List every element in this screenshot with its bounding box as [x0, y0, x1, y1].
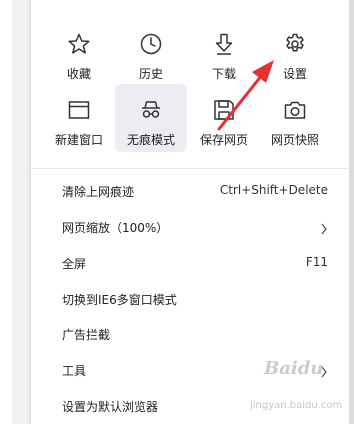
tools-label: 工具 [62, 364, 87, 378]
page-edge [349, 0, 354, 424]
incognito-icon [139, 98, 163, 122]
fullscreen-item[interactable]: 全屏 F11 [30, 245, 348, 280]
history-label: 历史 [138, 67, 163, 81]
chevron-right-icon [320, 220, 328, 235]
ad-block-item[interactable]: 广告拦截 [30, 316, 348, 351]
incognito-mode-button[interactable]: 无痕模式 [115, 84, 187, 152]
settings-button[interactable]: 设置 [259, 18, 331, 86]
favorites-button[interactable]: 收藏 [43, 18, 115, 86]
settings-label: 设置 [282, 67, 307, 81]
page-zoom-label: 网页缩放（100%） [62, 221, 169, 235]
incognito-mode-label: 无痕模式 [126, 133, 175, 147]
page-background [0, 0, 30, 424]
save-icon [212, 98, 236, 122]
clock-icon [139, 32, 163, 56]
snapshot-button[interactable]: 网页快照 [259, 84, 331, 152]
download-button[interactable]: 下载 [188, 18, 260, 86]
window-icon [67, 98, 91, 122]
ie6-mode-item[interactable]: 切换到IE6多窗口模式 [30, 281, 348, 316]
ad-block-label: 广告拦截 [62, 328, 111, 342]
star-icon [67, 32, 91, 56]
clear-history-shortcut: Ctrl+Shift+Delete [219, 183, 328, 197]
tools-item[interactable]: 工具 [30, 352, 348, 387]
clear-history-label: 清除上网痕迹 [62, 185, 135, 199]
save-page-button[interactable]: 保存网页 [188, 84, 260, 152]
clear-history-item[interactable]: 清除上网痕迹 Ctrl+Shift+Delete [30, 173, 348, 208]
page-strip [12, 0, 30, 424]
ie6-mode-label: 切换到IE6多窗口模式 [62, 293, 177, 307]
chevron-right-icon [320, 363, 328, 378]
download-icon [212, 32, 236, 56]
history-button[interactable]: 历史 [115, 18, 187, 86]
set-default-browser-item[interactable]: 设置为默认浏览器 [30, 388, 348, 423]
gear-icon [283, 32, 307, 56]
new-window-button[interactable]: 新建窗口 [43, 84, 115, 152]
set-default-browser-label: 设置为默认浏览器 [62, 400, 159, 414]
page-zoom-item[interactable]: 网页缩放（100%） [30, 209, 348, 244]
snapshot-label: 网页快照 [270, 133, 319, 147]
fullscreen-label: 全屏 [62, 257, 87, 271]
fullscreen-shortcut: F11 [305, 255, 328, 269]
menu-divider [30, 168, 348, 169]
camera-icon [283, 98, 307, 122]
